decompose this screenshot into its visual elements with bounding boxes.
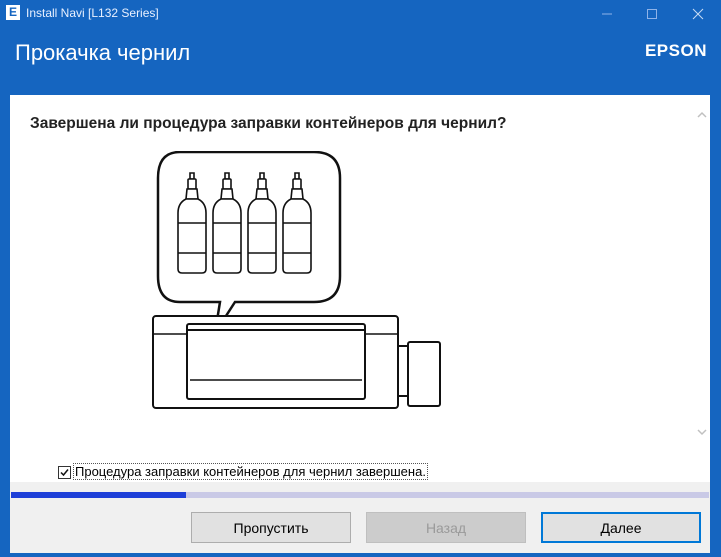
minimize-icon	[602, 13, 612, 15]
confirm-checkbox-label[interactable]: Процедура заправки контейнеров для черни…	[73, 463, 428, 480]
page-title: Прокачка чернил	[15, 40, 191, 65]
next-button[interactable]: Далее	[541, 512, 701, 543]
chevron-up-icon[interactable]	[697, 111, 707, 119]
epson-logo: EPSON	[644, 41, 707, 60]
maximize-icon	[647, 9, 657, 19]
title-bar[interactable]: E Install Navi [L132 Series]	[0, 0, 721, 27]
confirm-checkbox[interactable]	[58, 466, 71, 479]
vertical-scrollbar[interactable]	[693, 95, 710, 482]
question-text: Завершена ли процедура заправки контейне…	[30, 115, 507, 132]
page-header: Прокачка чернил EPSON	[0, 27, 721, 95]
close-button[interactable]	[675, 0, 721, 27]
skip-button[interactable]: Пропустить	[191, 512, 351, 543]
instruction-panel: Завершена ли процедура заправки контейне…	[10, 95, 710, 482]
minimize-button[interactable]	[584, 0, 630, 27]
printer-icon	[152, 315, 441, 409]
maximize-button[interactable]	[629, 0, 675, 27]
installer-window: E Install Navi [L132 Series] Прокачка че…	[0, 0, 721, 557]
back-button[interactable]: Назад	[366, 512, 526, 543]
chevron-down-icon[interactable]	[697, 428, 707, 436]
progress-bar	[11, 492, 709, 498]
window-title: Install Navi [L132 Series]	[26, 6, 159, 20]
content-area: Завершена ли процедура заправки контейне…	[10, 95, 710, 553]
progress-fill	[11, 492, 186, 498]
ink-tank-icon	[397, 341, 441, 407]
close-icon	[692, 8, 704, 20]
app-icon[interactable]: E	[6, 5, 20, 20]
checkmark-icon	[60, 469, 69, 477]
